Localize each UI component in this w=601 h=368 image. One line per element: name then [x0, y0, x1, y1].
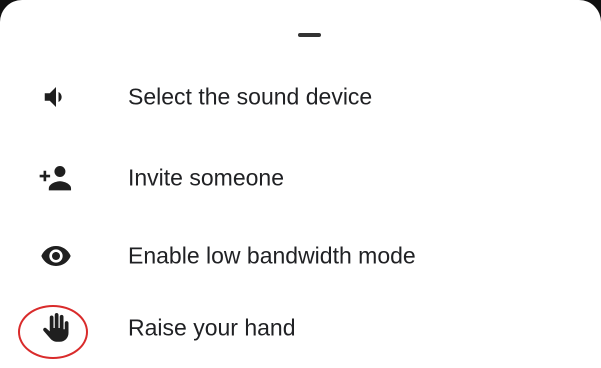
speaker-icon — [38, 79, 74, 115]
bottom-sheet-screen: Select the sound device Invite someone E… — [0, 0, 601, 368]
menu-item-label: Enable low bandwidth mode — [128, 242, 416, 269]
eye-icon — [38, 238, 74, 274]
menu-item-label: Raise your hand — [128, 314, 296, 341]
menu-item-raise-hand[interactable]: Raise your hand — [0, 298, 601, 358]
drag-handle[interactable] — [298, 33, 321, 37]
options-bottom-sheet: Select the sound device Invite someone E… — [0, 0, 601, 368]
menu-item-label: Select the sound device — [128, 83, 373, 110]
menu-item-select-sound-device[interactable]: Select the sound device — [0, 67, 601, 127]
menu-item-low-bandwidth[interactable]: Enable low bandwidth mode — [0, 226, 601, 286]
menu-item-invite-someone[interactable]: Invite someone — [0, 148, 601, 208]
menu-item-label: Invite someone — [128, 164, 284, 191]
hand-icon — [38, 310, 74, 346]
add-person-icon — [38, 160, 74, 196]
